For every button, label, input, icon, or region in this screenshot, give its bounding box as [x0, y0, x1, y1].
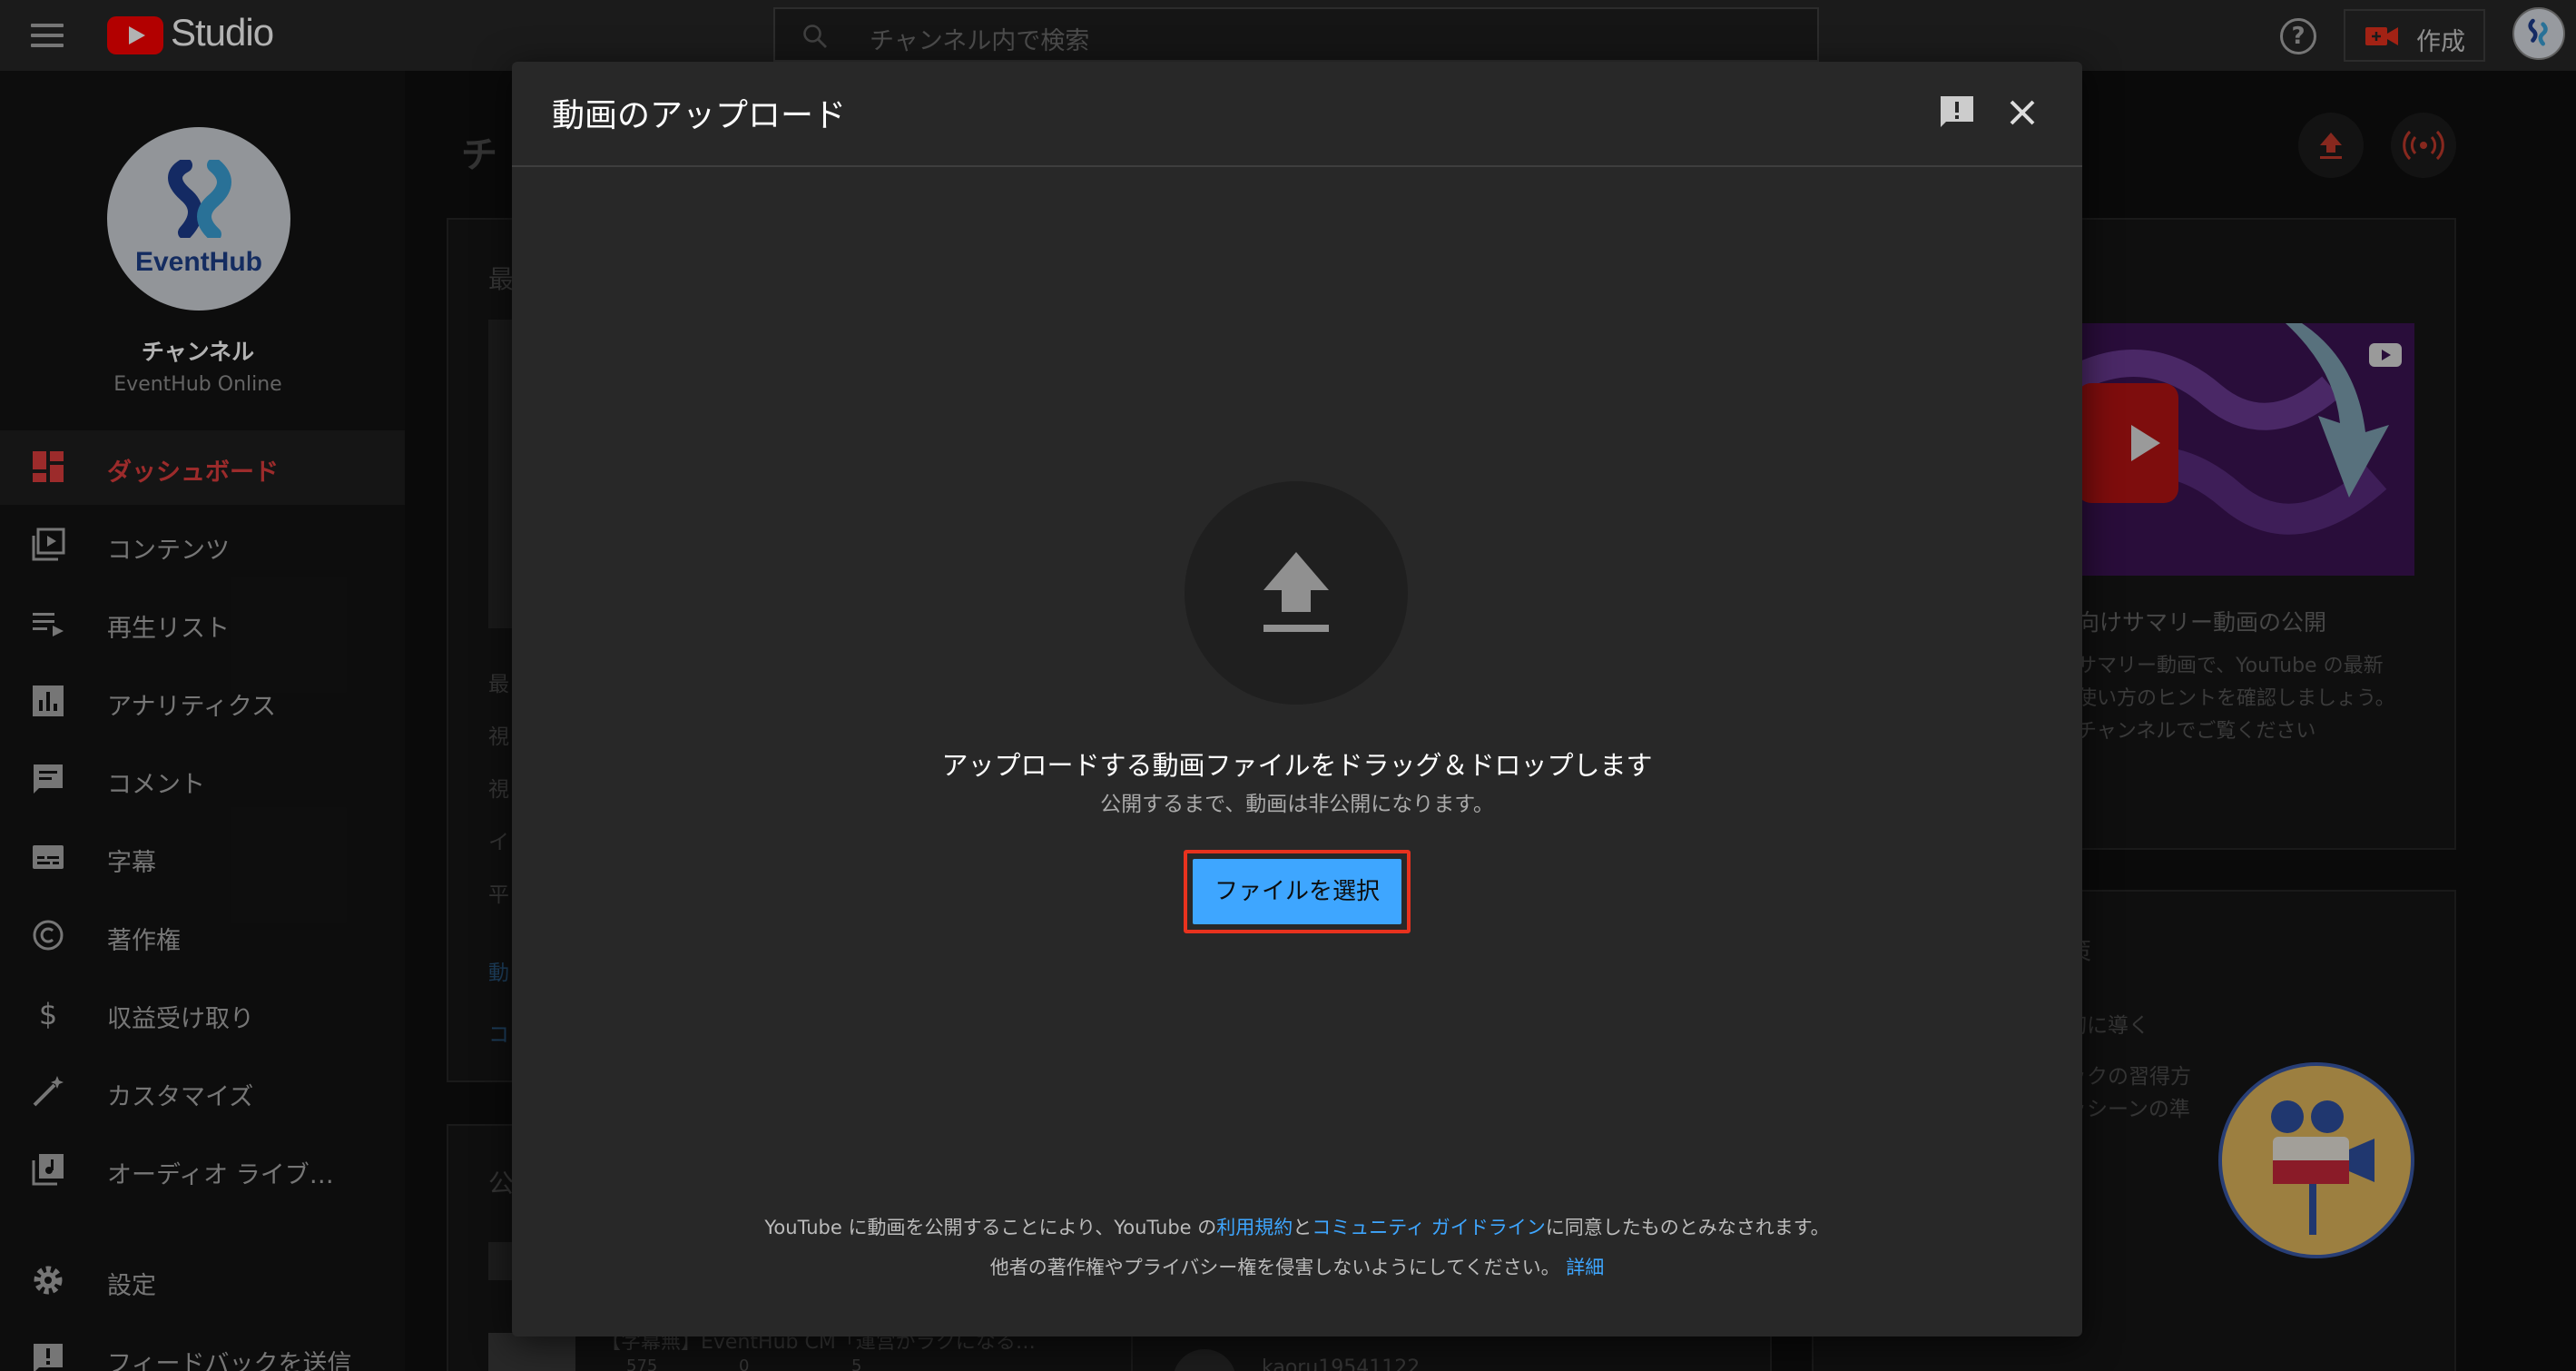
upload-dialog: 動画のアップロード アップロードする動画ファイルをドラッグ＆ドロップします 公開… [512, 62, 2082, 1336]
terms-notice: YouTube に動画を公開することにより、YouTube の利用規約とコミュニ… [512, 1213, 2082, 1240]
drag-drop-instruction: アップロードする動画ファイルをドラッグ＆ドロップします [941, 750, 1653, 781]
select-file-highlight: ファイルを選択 [1184, 850, 1411, 933]
upload-arrow-icon [1263, 552, 1329, 632]
upload-drop-zone[interactable] [1185, 481, 1408, 705]
community-guidelines-link[interactable]: コミュニティ ガイドライン [1312, 1217, 1545, 1238]
terms-text: と [1293, 1217, 1313, 1238]
terms-text: YouTube に動画を公開することにより、YouTube の [764, 1217, 1217, 1238]
copyright-notice: 他者の著作権やプライバシー権を侵害しないようにしてください。 詳細 [512, 1253, 2082, 1280]
feedback-icon[interactable] [1937, 93, 1977, 133]
close-icon[interactable] [2004, 94, 2040, 131]
dialog-title: 動画のアップロード [552, 97, 847, 134]
dialog-header: 動画のアップロード [512, 62, 2082, 167]
privacy-note: 公開するまで、動画は非公開になります。 [1100, 793, 1494, 816]
terms-of-service-link[interactable]: 利用規約 [1216, 1217, 1293, 1238]
terms-text: に同意したものとみなされます。 [1545, 1217, 1830, 1238]
learn-more-link[interactable]: 詳細 [1566, 1257, 1604, 1278]
copyright-text: 他者の著作権やプライバシー権を侵害しないようにしてください。 [989, 1257, 1560, 1278]
select-file-button[interactable]: ファイルを選択 [1193, 859, 1401, 924]
